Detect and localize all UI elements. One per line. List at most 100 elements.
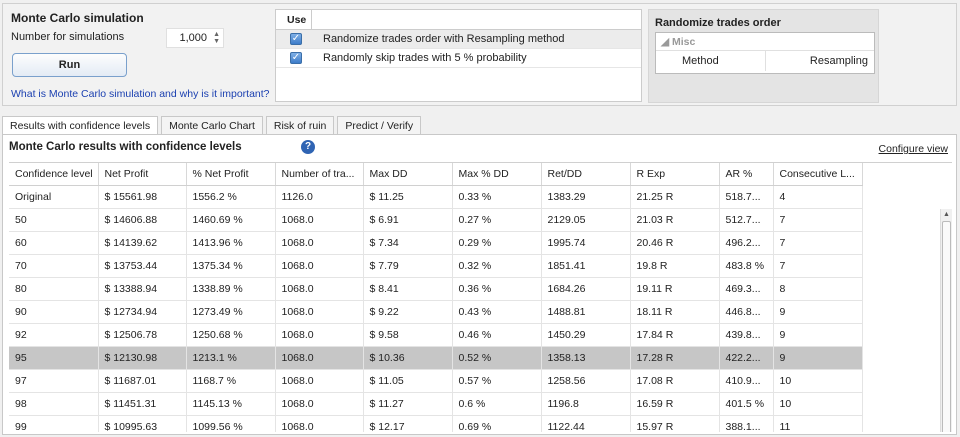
randomize-panel: Randomize trades order ◢ Misc Method Res… (648, 9, 879, 103)
table-cell: 1250.68 % (186, 323, 276, 347)
table-cell: 388.1... (719, 415, 774, 432)
run-button[interactable]: Run (12, 53, 127, 77)
table-cell: 1068.0 (275, 231, 364, 255)
scrollbar-thumb[interactable] (942, 221, 951, 432)
column-header[interactable]: Net Profit (98, 163, 187, 186)
table-cell: 1068.0 (275, 346, 364, 370)
help-icon[interactable]: ? (301, 140, 315, 154)
table-cell: $ 11.05 (363, 369, 453, 393)
table-row[interactable]: 98 $ 11451.31 1145.13 % 1068.0 $ 11.27 0.6 % 1… (9, 392, 863, 416)
table-cell: 1358.13 (541, 346, 631, 370)
column-header[interactable]: Max % DD (452, 163, 542, 186)
table-cell: 469.3... (719, 277, 774, 301)
table-cell: 0.69 % (452, 415, 542, 432)
table-cell: $ 6.91 (363, 208, 453, 232)
table-cell: 70 (9, 254, 99, 278)
column-header[interactable]: Consecutive L... (773, 163, 863, 186)
checkbox-checked-icon[interactable]: ✓ (290, 52, 302, 64)
checkbox-checked-icon[interactable]: ✓ (290, 33, 302, 45)
table-cell: 95 (9, 346, 99, 370)
table-cell: 98 (9, 392, 99, 416)
table-cell: 422.2... (719, 346, 774, 370)
table-cell: 60 (9, 231, 99, 255)
table-cell: 10 (773, 392, 863, 416)
table-row[interactable]: 97 $ 11687.01 1168.7 % 1068.0 $ 11.05 0.57 % 1… (9, 369, 863, 393)
use-options-table: Use ✓ Randomize trades order with Resamp… (275, 9, 642, 102)
misc-group-header[interactable]: ◢ Misc (656, 33, 874, 51)
table-row[interactable]: 70 $ 13753.44 1375.34 % 1068.0 $ 7.79 0.32 % 1… (9, 254, 863, 278)
table-cell: 7 (773, 208, 863, 232)
table-cell: $ 12734.94 (98, 300, 187, 324)
column-header[interactable]: Max DD (363, 163, 453, 186)
help-link[interactable]: What is Monte Carlo simulation and why i… (11, 88, 270, 100)
results-panel: Monte Carlo results with confidence leve… (2, 134, 957, 435)
table-row[interactable]: 60 $ 14139.62 1413.96 % 1068.0 $ 7.34 0.29 % 1… (9, 231, 863, 255)
use-option-row[interactable]: ✓ Randomize trades order with Resampling… (276, 30, 641, 49)
table-row[interactable]: 80 $ 13388.94 1338.89 % 1068.0 $ 8.41 0.36 % 1… (9, 277, 863, 301)
tab-risk-of-ruin[interactable]: Risk of ruin (265, 116, 335, 134)
table-cell: 9 (773, 300, 863, 324)
table-cell: 2129.05 (541, 208, 631, 232)
table-cell: 1196.8 (541, 392, 631, 416)
table-cell: 18.11 R (630, 300, 720, 324)
table-cell: 1068.0 (275, 369, 364, 393)
configure-view-link[interactable]: Configure view (879, 143, 948, 155)
table-cell: 401.5 % (719, 392, 774, 416)
table-cell: 1684.26 (541, 277, 631, 301)
column-header[interactable]: % Net Profit (186, 163, 276, 186)
collapse-triangle-icon[interactable]: ◢ (661, 36, 669, 48)
results-grid: Confidence level Net Profit% Net Profit Nu… (9, 162, 952, 432)
num-simulations-label: Number for simulations (11, 31, 125, 43)
spinner-arrows-icon[interactable]: ▲ ▼ (213, 31, 220, 45)
table-cell: 1213.1 % (186, 346, 276, 370)
table-cell: 1413.96 % (186, 231, 276, 255)
table-cell: Original (9, 185, 99, 209)
table-cell: 1145.13 % (186, 392, 276, 416)
table-cell: 1068.0 (275, 300, 364, 324)
table-row[interactable]: 99 $ 10995.63 1099.56 % 1068.0 $ 12.17 0.69 %… (9, 415, 863, 432)
table-cell: $ 13388.94 (98, 277, 187, 301)
table-cell: 512.7... (719, 208, 774, 232)
table-row[interactable]: 90 $ 12734.94 1273.49 % 1068.0 $ 9.22 0.43 % 1… (9, 300, 863, 324)
table-cell: 17.28 R (630, 346, 720, 370)
use-option-label: Randomly skip trades with 5 % probabilit… (323, 52, 527, 64)
scroll-up-icon[interactable]: ▲ (941, 209, 952, 220)
table-cell: 92 (9, 323, 99, 347)
use-header-row: Use (276, 10, 641, 30)
table-cell: 50 (9, 208, 99, 232)
results-table: Confidence level Net Profit% Net Profit Nu… (9, 163, 863, 432)
table-cell: 0.36 % (452, 277, 542, 301)
table-cell: 1450.29 (541, 323, 631, 347)
table-cell: 9 (773, 346, 863, 370)
table-cell: $ 12130.98 (98, 346, 187, 370)
property-row[interactable]: Method Resampling (656, 51, 874, 71)
property-value[interactable]: Resampling (766, 55, 874, 67)
column-header[interactable]: Ret/DD (541, 163, 631, 186)
tab-predict-verify[interactable]: Predict / Verify (337, 116, 422, 134)
randomize-title: Randomize trades order (655, 17, 781, 29)
settings-panel: Monte Carlo simulation Number for simula… (2, 3, 957, 106)
table-cell: $ 13753.44 (98, 254, 187, 278)
column-header[interactable]: Confidence level (9, 163, 99, 186)
tab-results[interactable]: Results with confidence levels (2, 116, 159, 135)
vertical-scrollbar[interactable]: ▲ ▼ (940, 209, 952, 432)
table-cell: 99 (9, 415, 99, 432)
table-cell: $ 14139.62 (98, 231, 187, 255)
num-simulations-input[interactable]: 1,000 ▲ ▼ (166, 28, 224, 48)
table-cell: 7 (773, 254, 863, 278)
table-row[interactable]: Original $ 15561.98 1556.2 % 1126.0 $ 11.25 0… (9, 185, 863, 209)
tab-chart[interactable]: Monte Carlo Chart (161, 116, 263, 134)
table-row[interactable]: 95 $ 12130.98 1213.1 % 1068.0 $ 10.36 0.52 % 1… (9, 346, 863, 370)
table-cell: $ 11451.31 (98, 392, 187, 416)
table-cell: 1375.34 % (186, 254, 276, 278)
table-cell: $ 9.22 (363, 300, 453, 324)
column-header[interactable]: R Exp (630, 163, 720, 186)
use-option-row[interactable]: ✓ Randomly skip trades with 5 % probabil… (276, 49, 641, 68)
table-row[interactable]: 92 $ 12506.78 1250.68 % 1068.0 $ 9.58 0.46 % 1… (9, 323, 863, 347)
table-row[interactable]: 50 $ 14606.88 1460.69 % 1068.0 $ 6.91 0.27 % 2… (9, 208, 863, 232)
table-cell: 19.8 R (630, 254, 720, 278)
table-cell: 0.33 % (452, 185, 542, 209)
column-header[interactable]: Number of tra... (275, 163, 364, 186)
table-cell: 1068.0 (275, 277, 364, 301)
column-header[interactable]: AR % (719, 163, 774, 186)
